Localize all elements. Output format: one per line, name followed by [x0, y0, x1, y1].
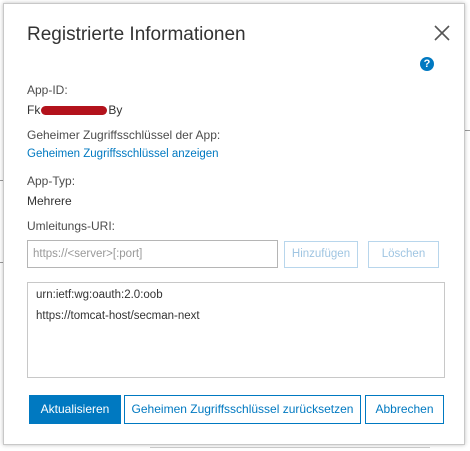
- show-secret-link[interactable]: Geheimen Zugriffsschlüssel anzeigen: [27, 148, 219, 160]
- redirect-uri-input[interactable]: [27, 240, 278, 268]
- app-id-value: Fk By: [27, 103, 122, 119]
- cancel-button[interactable]: Abbrechen: [365, 395, 444, 424]
- close-icon[interactable]: [431, 22, 453, 44]
- background-divider: [465, 130, 470, 131]
- app-id-suffix: By: [108, 103, 123, 117]
- redirect-uri-label: Umleitungs-URI:: [27, 219, 116, 233]
- update-button[interactable]: Aktualisieren: [29, 395, 121, 424]
- app-id-prefix: Fk: [27, 103, 41, 117]
- reset-secret-button[interactable]: Geheimen Zugriffsschlüssel zurücksetzen: [124, 395, 361, 424]
- redirect-uri-list[interactable]: urn:ietf:wg:oauth:2.0:oob https://tomcat…: [27, 282, 445, 378]
- app-type-value: Mehrere: [27, 194, 72, 208]
- app-id-label: App-ID:: [27, 83, 68, 97]
- list-item[interactable]: urn:ietf:wg:oauth:2.0:oob: [36, 289, 163, 301]
- add-uri-button[interactable]: Hinzufügen: [284, 241, 358, 268]
- help-icon[interactable]: ?: [420, 57, 434, 71]
- background-divider: [150, 447, 430, 448]
- delete-uri-button[interactable]: Löschen: [368, 241, 439, 268]
- list-item[interactable]: https://tomcat-host/secman-next: [36, 310, 200, 322]
- app-type-label: App-Typ:: [27, 174, 76, 188]
- redaction-mark: [41, 106, 108, 115]
- app-secret-label: Geheimer Zugriffsschlüssel der App:: [27, 128, 221, 142]
- dialog-title: Registrierte Informationen: [27, 24, 246, 45]
- registered-info-dialog: Registrierte Informationen ? App-ID: Fk B…: [3, 3, 465, 445]
